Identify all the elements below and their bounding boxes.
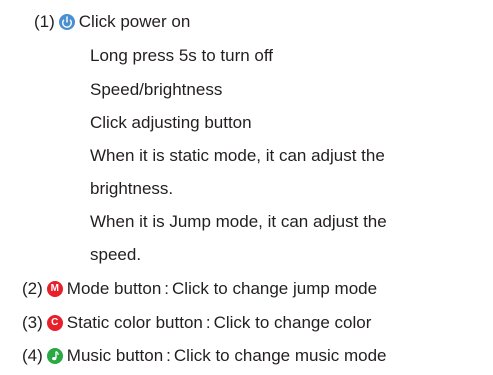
item-2-separator: : (164, 279, 170, 298)
item-1-line-6: brightness. (90, 179, 174, 198)
item-2-number: (2) (22, 279, 43, 298)
item-1-line-5: When it is static mode, it can adjust th… (90, 146, 385, 165)
item-1-number: (1) (34, 12, 55, 31)
item-4-separator: : (166, 346, 171, 365)
item-4: (4) Music button : Click to change music… (22, 346, 387, 366)
item-3-number: (3) (22, 313, 43, 332)
item-4-number: (4) (22, 346, 43, 365)
item-1-line-1: Click power on (78, 12, 191, 31)
item-3-desc: Click to change color (213, 313, 372, 332)
item-1-line-8: speed. (90, 245, 142, 264)
mode-icon: M (46, 281, 63, 297)
item-3-label: Static color button (66, 313, 203, 332)
music-icon (46, 348, 63, 364)
static-color-icon: C (46, 315, 63, 331)
item-1-line-4: Click adjusting button (90, 113, 252, 132)
item-3: (3) C Static color button : Click to cha… (22, 313, 371, 333)
power-icon (58, 14, 75, 30)
item-3-separator: : (205, 313, 211, 332)
item-1-line-7: When it is Jump mode, it can adjust the (90, 212, 387, 231)
item-2: (2) M Mode button : Click to change jump… (22, 279, 377, 299)
item-2-desc: Click to change jump mode (172, 279, 378, 298)
item-1-line-3: Speed/brightness (90, 80, 223, 99)
item-1-line-2: Long press 5s to turn off (90, 46, 274, 65)
item-4-desc: Click to change music mode (173, 346, 387, 365)
item-4-label: Music button (66, 346, 164, 365)
item-1-header: (1) Click power on (34, 12, 190, 32)
item-2-label: Mode button (66, 279, 162, 298)
